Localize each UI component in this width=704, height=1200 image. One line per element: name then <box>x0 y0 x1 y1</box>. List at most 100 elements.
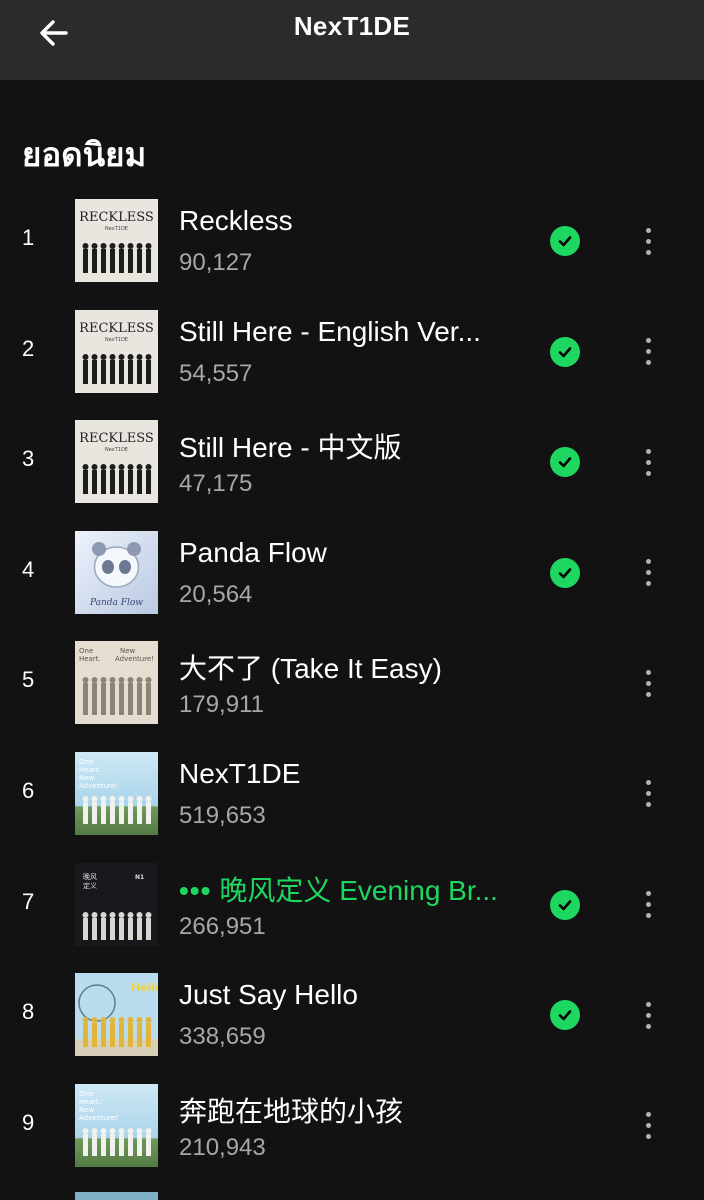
svg-text:One: One <box>79 1090 93 1098</box>
track-rank: 3 <box>22 446 35 472</box>
more-options-icon[interactable] <box>630 221 666 261</box>
track-rank: 4 <box>22 556 35 582</box>
top-bar: NexT1DE <box>0 0 704 80</box>
track-row[interactable]: 2 RECKLESS NexT1DE Still Here - English Ver… <box>0 296 704 407</box>
play-count: 338,659 <box>179 1023 266 1051</box>
now-playing-icon: ••• <box>179 874 212 906</box>
play-count: 210,943 <box>179 1133 266 1161</box>
track-rank: 5 <box>22 667 35 693</box>
svg-text:NexT1DE: NexT1DE <box>105 447 128 453</box>
app-screen: NexT1DE ยอดนิยม 1 RECKLESS NexT1DE Reckless… <box>0 0 704 1200</box>
next-track-cover-peek <box>75 1192 158 1200</box>
album-cover: RECKLESS NexT1DE <box>75 199 158 282</box>
track-row[interactable]: 4 Panda Flow Panda Flow 20,564 <box>0 517 704 628</box>
play-count: 266,951 <box>179 912 266 940</box>
svg-text:New: New <box>120 647 136 655</box>
saved-check-icon[interactable] <box>550 336 580 367</box>
play-count: 54,557 <box>179 359 253 387</box>
track-rank: 6 <box>22 777 35 803</box>
svg-text:Heart.: Heart. <box>79 766 101 774</box>
album-cover: One Heart. New Adventure! <box>75 1083 158 1167</box>
track-row[interactable]: 1 RECKLESS NexT1DE Reckless 90,127 <box>0 185 704 296</box>
svg-text:Adventure!: Adventure! <box>79 1114 118 1122</box>
track-row[interactable]: 9 One Heart. New Adventure! 奔跑在地球的小孩 210,943 <box>0 1070 704 1181</box>
track-list: 1 RECKLESS NexT1DE Reckless 90,127 2 RECKLESS N… <box>0 185 704 1180</box>
svg-text:Adventure!: Adventure! <box>115 655 154 663</box>
album-cover: Panda Flow <box>75 530 158 614</box>
play-count: 179,911 <box>179 691 264 719</box>
track-title-text: Still Here - 中文版 <box>179 432 402 464</box>
play-count: 90,127 <box>179 249 253 276</box>
more-options-icon[interactable] <box>630 553 666 593</box>
album-cover: One Heart. New Adventure! <box>75 751 158 835</box>
track-title: Just Say Hello <box>179 979 358 1011</box>
album-cover: RECKLESS NexT1DE <box>75 420 158 504</box>
track-title-text: NexT1DE <box>179 757 301 789</box>
svg-text:RECKLESS: RECKLESS <box>79 431 154 446</box>
svg-text:Hello: Hello <box>131 981 158 994</box>
album-cover: Hello <box>75 973 158 1057</box>
album-cover: 晚风 定义 N1 <box>75 862 158 946</box>
track-title-text: Still Here - English Ver... <box>179 315 481 347</box>
arrow-left-icon <box>40 20 68 46</box>
svg-text:Adventure!: Adventure! <box>79 782 118 790</box>
track-title-text: Just Say Hello <box>179 979 358 1011</box>
album-cover: One Heart. New Adventure! <box>75 641 158 725</box>
track-title: Reckless <box>179 205 293 237</box>
svg-text:NexT1DE: NexT1DE <box>105 337 128 343</box>
svg-text:New: New <box>79 1106 95 1114</box>
track-title: Panda Flow <box>179 537 327 569</box>
track-rank: 9 <box>22 1109 35 1135</box>
track-title: NexT1DE <box>179 758 300 790</box>
track-title-text: 大不了 (Take It Easy) <box>179 653 442 685</box>
saved-check-icon[interactable] <box>550 447 580 478</box>
svg-text:Heart.: Heart. <box>79 655 101 663</box>
track-row[interactable]: 5 One Heart. New Adventure! 大不了 (Take It Easy… <box>0 627 704 738</box>
track-title: 奔跑在地球的小孩 <box>179 1090 403 1130</box>
more-options-icon[interactable] <box>630 663 666 703</box>
track-title: ••• 晚风定义 Evening Br... <box>179 869 498 909</box>
track-title: Still Here - 中文版 <box>179 426 401 466</box>
page-title: NexT1DE <box>293 10 411 41</box>
svg-text:N1: N1 <box>135 874 144 881</box>
saved-check-icon[interactable] <box>550 557 580 588</box>
track-row[interactable]: 6 One Heart. New Adventure! NexT1DE 519,653 <box>0 738 704 849</box>
more-options-icon[interactable] <box>630 332 666 372</box>
svg-text:Heart.: Heart. <box>79 1098 101 1106</box>
svg-text:晚风: 晚风 <box>83 872 97 881</box>
track-rank: 8 <box>22 999 35 1025</box>
play-count: 519,653 <box>179 801 266 829</box>
album-cover: RECKLESS NexT1DE <box>75 309 158 393</box>
track-rank: 1 <box>22 225 35 250</box>
track-row[interactable]: 3 RECKLESS NexT1DE Still Here - 中文版 47,175 <box>0 406 704 517</box>
saved-check-icon[interactable] <box>550 1000 580 1031</box>
more-options-icon[interactable] <box>630 442 666 482</box>
track-title: 大不了 (Take It Easy) <box>179 647 442 687</box>
play-count: 47,175 <box>179 470 253 498</box>
track-rank: 2 <box>22 335 35 361</box>
svg-text:RECKLESS: RECKLESS <box>79 321 154 336</box>
track-row[interactable]: 7 晚风 定义 N1 ••• 晚风定义 Evening Br... 266,951 <box>0 849 704 960</box>
more-options-icon[interactable] <box>630 885 666 925</box>
svg-text:RECKLESS: RECKLESS <box>79 210 154 225</box>
svg-text:Panda Flow: Panda Flow <box>89 598 143 608</box>
track-row[interactable]: 8 Hello Just Say Hello 338,659 <box>0 959 704 1070</box>
svg-text:One: One <box>79 758 93 766</box>
track-title-text: 奔跑在地球的小孩 <box>179 1095 404 1127</box>
more-options-icon[interactable] <box>630 1106 666 1146</box>
svg-text:NexT1DE: NexT1DE <box>105 226 128 232</box>
back-button[interactable] <box>28 10 80 56</box>
track-title-text: 晚风定义 Evening Br... <box>219 874 498 906</box>
svg-text:New: New <box>79 774 95 782</box>
track-rank: 7 <box>22 888 35 914</box>
more-options-icon[interactable] <box>630 995 666 1035</box>
section-title: ยอดนิยม <box>22 135 147 174</box>
saved-check-icon[interactable] <box>550 889 580 920</box>
track-title: Still Here - English Ver... <box>179 316 481 348</box>
more-options-icon[interactable] <box>630 774 666 814</box>
svg-text:One: One <box>79 647 93 655</box>
svg-text:定义: 定义 <box>83 881 97 890</box>
track-title-text: Panda Flow <box>179 536 327 568</box>
saved-check-icon[interactable] <box>550 226 580 256</box>
play-count: 20,564 <box>179 580 253 608</box>
